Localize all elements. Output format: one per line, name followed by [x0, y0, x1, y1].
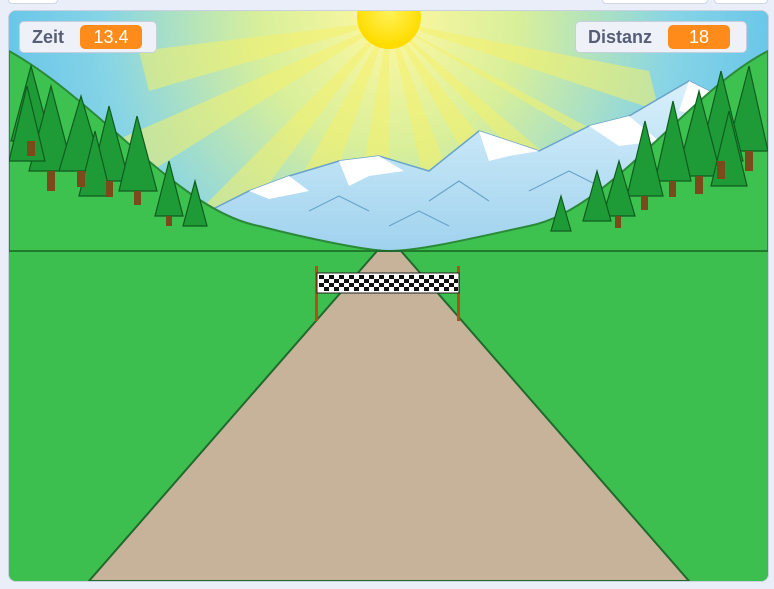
distanz-monitor-label: Distanz [588, 26, 653, 47]
distanz-variable-monitor[interactable]: Distanz 18 [575, 21, 747, 53]
zeit-monitor-label: Zeit [32, 26, 65, 47]
toolbar-tab-stub [8, 0, 58, 4]
game-stage[interactable]: Zeit 13.4 Distanz 18 [8, 10, 769, 582]
toolbar-strip [0, 0, 774, 10]
zeit-monitor-value: 13.4 [80, 25, 143, 49]
distanz-monitor-value: 18 [668, 25, 731, 49]
toolbar-tab-stub [714, 0, 768, 4]
zeit-variable-monitor[interactable]: Zeit 13.4 [19, 21, 157, 53]
toolbar-tab-stub [602, 0, 708, 4]
scene-backdrop [9, 11, 768, 581]
